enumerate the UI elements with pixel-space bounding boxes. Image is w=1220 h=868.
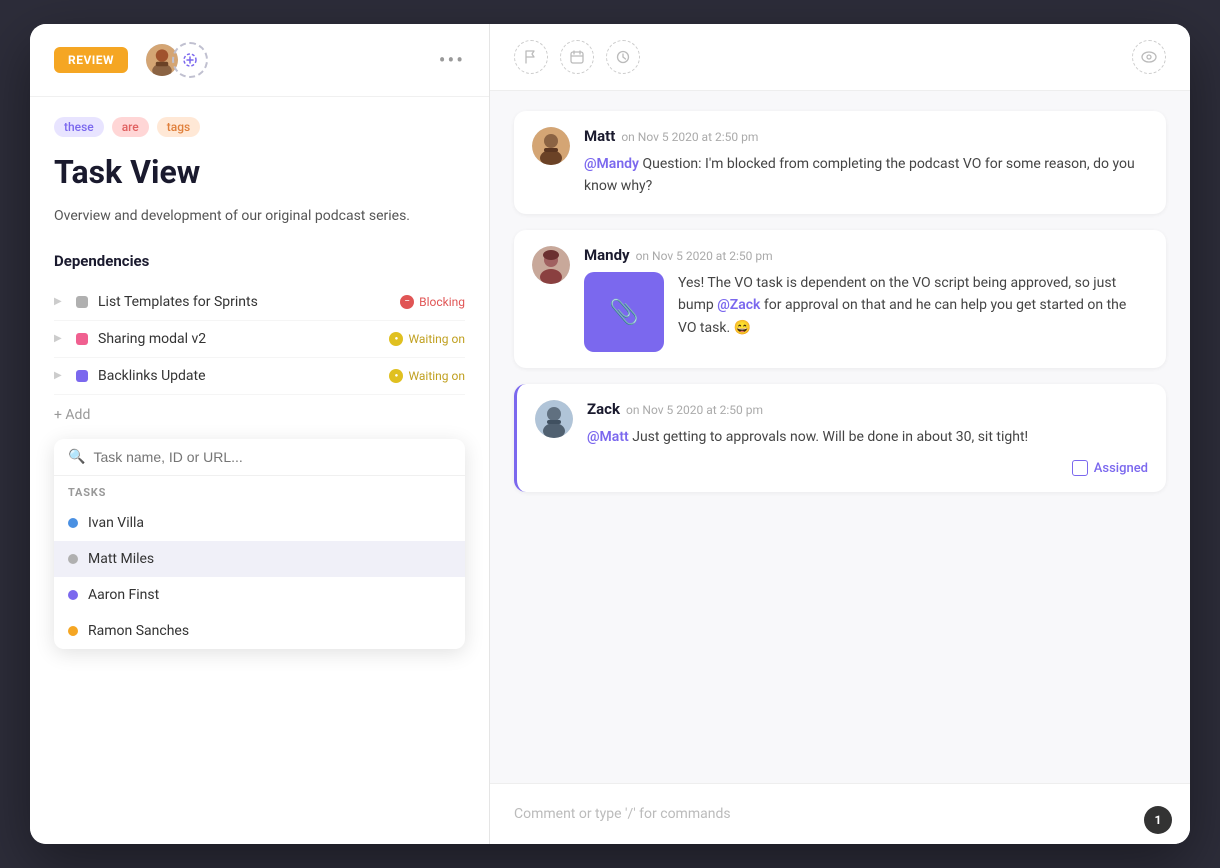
chevron-icon: ▶: [54, 370, 66, 381]
task-description: Overview and development of our original…: [54, 205, 465, 227]
comment-input-area: Comment or type '/' for commands 1: [490, 783, 1190, 844]
assigned-badge: Assigned: [1072, 460, 1148, 476]
comment-footer: Assigned: [587, 460, 1148, 476]
blocking-icon: −: [400, 295, 414, 309]
calendar-button[interactable]: [560, 40, 594, 74]
search-dropdown: 🔍 TASKS Ivan Villa Matt Miles Aaron: [54, 439, 465, 649]
comment-time: on Nov 5 2020 at 2:50 pm: [626, 403, 763, 417]
dot-yellow: [68, 626, 78, 636]
comment-text-content: Question: I'm blocked from completing th…: [584, 156, 1135, 194]
more-options-button[interactable]: •••: [439, 48, 465, 72]
dependency-item[interactable]: ▶ Sharing modal v2 ● Waiting on: [54, 321, 465, 358]
chevron-icon: ▶: [54, 333, 66, 344]
list-item[interactable]: Matt Miles: [54, 541, 465, 577]
comments-area: Matt on Nov 5 2020 at 2:50 pm @Mandy Que…: [490, 91, 1190, 783]
dropdown-item-name: Ramon Sanches: [88, 623, 189, 639]
assigned-checkbox[interactable]: [1072, 460, 1088, 476]
search-input[interactable]: [93, 449, 451, 465]
avatar-mandy: [532, 246, 570, 284]
mention-mandy: @Mandy: [584, 156, 639, 172]
comment-text: @Matt Just getting to approvals now. Wil…: [587, 426, 1148, 448]
comment-text-content: Just getting to approvals now. Will be d…: [632, 429, 1028, 445]
tag-are[interactable]: are: [112, 117, 149, 137]
left-panel: REVIEW: [30, 24, 490, 844]
comment-time: on Nov 5 2020 at 2:50 pm: [636, 249, 773, 263]
comment-card-matt: Matt on Nov 5 2020 at 2:50 pm @Mandy Que…: [514, 111, 1166, 214]
dep-status-waiting: ● Waiting on: [389, 332, 465, 346]
list-item[interactable]: Ramon Sanches: [54, 613, 465, 649]
dep-dot-purple: [76, 370, 88, 382]
add-dependency-button[interactable]: + Add: [54, 395, 465, 435]
dropdown-section-label: TASKS: [54, 476, 465, 505]
avatars: [144, 42, 208, 78]
waiting-icon: ●: [389, 369, 403, 383]
mention-zack: @Zack: [717, 297, 760, 313]
right-panel: Matt on Nov 5 2020 at 2:50 pm @Mandy Que…: [490, 24, 1190, 844]
dependency-item[interactable]: ▶ Backlinks Update ● Waiting on: [54, 358, 465, 395]
comment-author: Zack: [587, 400, 620, 418]
comment-header: Zack on Nov 5 2020 at 2:50 pm: [587, 400, 1148, 418]
chevron-icon: ▶: [54, 296, 66, 307]
task-title: Task View: [54, 153, 465, 191]
comment-header: Matt on Nov 5 2020 at 2:50 pm: [584, 127, 1148, 145]
mention-matt: @Matt: [587, 429, 629, 445]
comment-attachment[interactable]: 📎: [584, 272, 664, 352]
comment-with-image: 📎 Yes! The VO task is dependent on the V…: [584, 272, 1148, 352]
search-input-wrap: 🔍: [54, 439, 465, 476]
avatar-matt-comment: [532, 127, 570, 165]
tag-tags[interactable]: tags: [157, 117, 200, 137]
comment-time: on Nov 5 2020 at 2:50 pm: [621, 130, 758, 144]
assigned-label: Assigned: [1094, 461, 1148, 476]
notification-badge: 1: [1144, 806, 1172, 834]
comment-text: Yes! The VO task is dependent on the VO …: [678, 272, 1148, 352]
avatar-zack: [535, 400, 573, 438]
dep-name: Backlinks Update: [98, 368, 379, 384]
comment-card-mandy: Mandy on Nov 5 2020 at 2:50 pm 📎 Yes! Th…: [514, 230, 1166, 368]
comment-body: Zack on Nov 5 2020 at 2:50 pm @Matt Just…: [587, 400, 1148, 476]
dot-purple: [68, 590, 78, 600]
comment-card-zack: Zack on Nov 5 2020 at 2:50 pm @Matt Just…: [514, 384, 1166, 492]
list-item[interactable]: Ivan Villa: [54, 505, 465, 541]
list-item[interactable]: Aaron Finst: [54, 577, 465, 613]
comment-header: Mandy on Nov 5 2020 at 2:50 pm: [584, 246, 1148, 264]
left-header: REVIEW: [30, 24, 489, 97]
right-header: [490, 24, 1190, 91]
dep-dot-gray: [76, 296, 88, 308]
dependencies-section-title: Dependencies: [54, 252, 465, 270]
search-icon: 🔍: [68, 449, 85, 465]
eye-button[interactable]: [1132, 40, 1166, 74]
dot-gray: [68, 554, 78, 564]
comment-text: @Mandy Question: I'm blocked from comple…: [584, 153, 1148, 198]
dropdown-item-name: Matt Miles: [88, 551, 154, 567]
dep-dot-pink: [76, 333, 88, 345]
comment-body: Mandy on Nov 5 2020 at 2:50 pm 📎 Yes! Th…: [584, 246, 1148, 352]
tags-row: these are tags: [54, 117, 465, 137]
dependency-item[interactable]: ▶ List Templates for Sprints − Blocking: [54, 284, 465, 321]
tag-these[interactable]: these: [54, 117, 104, 137]
paperclip-icon: 📎: [609, 298, 639, 326]
waiting-icon: ●: [389, 332, 403, 346]
left-body: these are tags Task View Overview and de…: [30, 97, 489, 844]
flag-button[interactable]: [514, 40, 548, 74]
dot-blue: [68, 518, 78, 528]
comment-body: Matt on Nov 5 2020 at 2:50 pm @Mandy Que…: [584, 127, 1148, 198]
add-member-button[interactable]: [172, 42, 208, 78]
notification-badge-wrap: 1: [1138, 800, 1166, 828]
review-badge: REVIEW: [54, 47, 128, 73]
dropdown-item-name: Aaron Finst: [88, 587, 159, 603]
clock-button[interactable]: [606, 40, 640, 74]
comment-input-placeholder[interactable]: Comment or type '/' for commands: [514, 806, 1138, 822]
dep-name: List Templates for Sprints: [98, 294, 390, 310]
comment-author: Mandy: [584, 246, 630, 264]
dep-status-blocking: − Blocking: [400, 295, 465, 309]
dep-status-waiting: ● Waiting on: [389, 369, 465, 383]
dropdown-item-name: Ivan Villa: [88, 515, 144, 531]
comment-author: Matt: [584, 127, 615, 145]
dep-name: Sharing modal v2: [98, 331, 379, 347]
